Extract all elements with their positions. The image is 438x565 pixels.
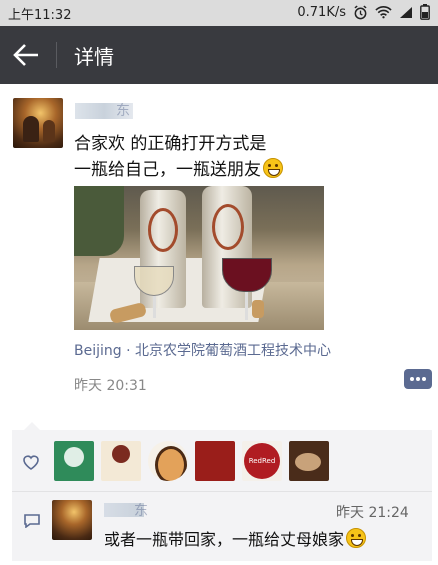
- author-name[interactable]: 东: [116, 100, 130, 120]
- likes-caret: [24, 422, 40, 430]
- back-arrow-icon[interactable]: [12, 42, 40, 68]
- likes-comments-panel: 东 昨天 21:24 或者一瓶带回家，一瓶给丈母娘家: [12, 430, 432, 561]
- post-text-line-2-content: 一瓶给自己，一瓶送朋友: [74, 160, 261, 180]
- liker-avatar[interactable]: [242, 441, 282, 481]
- post-location[interactable]: Beijing · 北京农学院葡萄酒工程技术中心: [74, 340, 331, 360]
- author-avatar[interactable]: [13, 98, 63, 148]
- wifi-icon: [375, 6, 392, 19]
- status-bar: 上午11:32 0.71K/s: [0, 0, 438, 26]
- status-icons: 0.71K/s: [297, 4, 430, 20]
- post-text: 合家欢 的正确打开方式是 一瓶给自己，一瓶送朋友: [74, 131, 283, 183]
- commenter-name[interactable]: 东: [134, 500, 148, 520]
- commenter-avatar[interactable]: [52, 500, 92, 540]
- liker-avatar[interactable]: [101, 441, 141, 481]
- signal-icon: [400, 6, 412, 18]
- title-divider: [56, 42, 57, 68]
- comment-icon: [24, 514, 40, 528]
- liker-avatar[interactable]: [195, 441, 235, 481]
- liker-avatar[interactable]: [289, 441, 329, 481]
- title-bar: 详情: [0, 26, 438, 84]
- post-time: 昨天 20:31: [74, 378, 147, 394]
- comment-time: 昨天 21:24: [336, 505, 409, 521]
- liker-avatar[interactable]: [148, 441, 188, 481]
- more-comment-icon[interactable]: [404, 369, 432, 389]
- liker-avatar[interactable]: [54, 441, 94, 481]
- post-text-line-2: 一瓶给自己，一瓶送朋友: [74, 157, 283, 183]
- alarm-icon: [354, 5, 367, 19]
- battery-icon: [420, 4, 430, 20]
- likes-row: [12, 430, 432, 492]
- network-speed: 0.71K/s: [297, 4, 346, 20]
- page-title: 详情: [74, 45, 114, 69]
- post-text-line-1: 合家欢 的正确打开方式是: [74, 134, 267, 154]
- comment-text[interactable]: 或者一瓶带回家，一瓶给丈母娘家: [104, 526, 367, 550]
- comment-text-content: 或者一瓶带回家，一瓶给丈母娘家: [104, 530, 345, 549]
- status-time: 上午11:32: [8, 8, 72, 23]
- grin-emoji-icon: [263, 158, 283, 178]
- post-photo[interactable]: [74, 186, 324, 330]
- heart-icon: [23, 455, 39, 470]
- grin-emoji-icon: [346, 528, 367, 548]
